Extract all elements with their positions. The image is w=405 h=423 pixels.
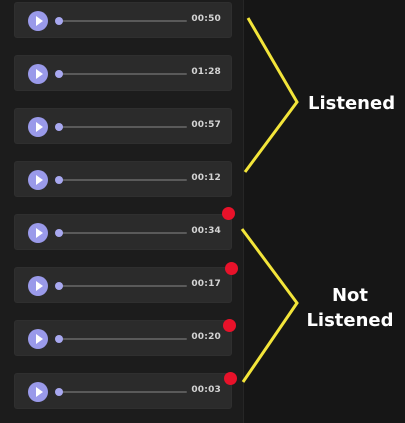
- not-listened-annotation-line1: Not: [331, 285, 369, 306]
- listened-bracket: [243, 17, 299, 173]
- listened-annotation-text: Listened: [308, 93, 396, 114]
- not-listened-annotation: Not Listened: [303, 283, 397, 333]
- not-listened-annotation-line2: Listened: [306, 310, 394, 331]
- bracket-annotations: [240, 17, 299, 383]
- listened-annotation: Listened: [308, 91, 395, 116]
- not-listened-bracket: [240, 228, 299, 383]
- screenshot-canvas: 00:50 01:28 00:57 00:12 00:34 00:17 00:2…: [0, 0, 405, 423]
